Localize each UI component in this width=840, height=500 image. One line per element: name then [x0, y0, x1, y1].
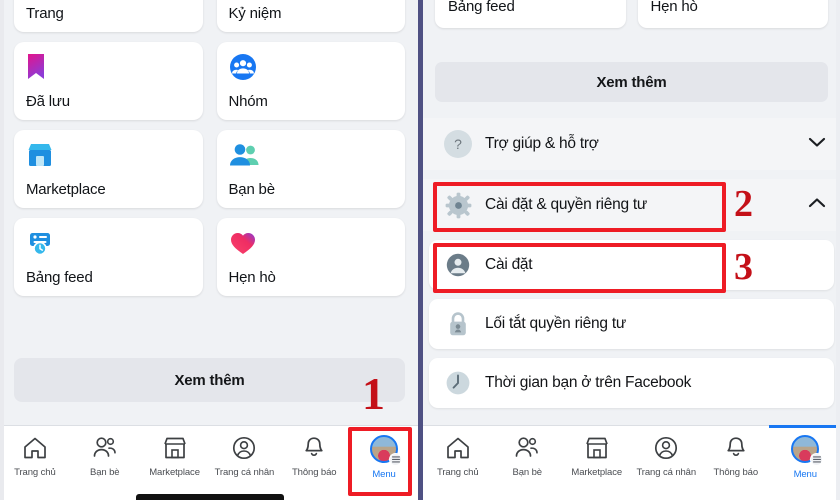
row-label: Thời gian bạn ở trên Facebook	[485, 374, 692, 391]
nav-item-ban-be[interactable]: Bạn bè	[70, 426, 140, 478]
tile-label: Hẹn hò	[650, 0, 698, 15]
panel-divider	[418, 0, 423, 500]
friends-icon	[229, 140, 394, 170]
tile-row: Marketplace Bạn bè	[14, 130, 405, 208]
friends-icon	[93, 437, 116, 457]
nav-label: Marketplace	[149, 467, 200, 478]
annotation-box-2	[433, 182, 726, 232]
screenshot-root: Trang Kỷ niệm Đã lưu Nhóm Marketplace Bạ…	[0, 0, 840, 500]
chevron-up-icon[interactable]	[808, 196, 826, 214]
tile-hen-ho[interactable]: Hẹn hò	[637, 0, 828, 28]
tile-row: Đã lưu Nhóm	[14, 42, 405, 120]
tile-row: Bảng feed Hẹn hò	[14, 218, 405, 296]
bottom-nav-right: Trang chủ Bạn bè Marketplace Trang cá nh…	[423, 425, 840, 500]
left-phone-screen: Trang Kỷ niệm Đã lưu Nhóm Marketplace Bạ…	[0, 0, 419, 500]
home-icon	[24, 437, 46, 459]
nav-label: Thông báo	[713, 467, 759, 478]
right-edge-strip	[836, 0, 840, 500]
nav-item-trang-chu[interactable]: Trang chủ	[0, 426, 70, 478]
avatar-menu-icon	[791, 435, 824, 466]
home-icon	[446, 437, 469, 459]
nav-label: Bạn bè	[89, 467, 120, 478]
groups-icon	[229, 52, 394, 82]
bell-icon	[727, 437, 745, 456]
row-thoi-gian-tren-facebook[interactable]: Thời gian bạn ở trên Facebook	[429, 358, 834, 408]
tile-label: Marketplace	[26, 181, 106, 198]
left-edge-strip	[0, 0, 4, 500]
profile-icon	[655, 436, 678, 460]
menu-tile-grid: Trang Kỷ niệm Đã lưu Nhóm Marketplace Bạ…	[0, 0, 419, 306]
tile-ban-be[interactable]: Bạn bè	[216, 130, 405, 208]
annotation-box-1	[348, 427, 412, 496]
nav-item-marketplace[interactable]: Marketplace	[140, 426, 210, 478]
bookmark-icon	[26, 52, 191, 82]
nav-item-thong-bao[interactable]: Thông báo	[279, 426, 349, 478]
tile-label: Nhóm	[228, 93, 268, 110]
question-mark-icon: ?	[443, 129, 473, 159]
nav-item-menu[interactable]: Menu	[769, 425, 840, 480]
tile-marketplace[interactable]: Marketplace	[14, 130, 203, 208]
nav-item-trang-ca-nhan[interactable]: Trang cá nhân	[209, 426, 279, 478]
nav-label: Trang cá nhân	[214, 467, 275, 478]
feed-icon	[26, 228, 191, 258]
tile-label: Bảng feed	[26, 269, 93, 286]
bell-icon	[305, 437, 323, 456]
nav-label: Trang chủ	[436, 467, 479, 478]
nav-item-trang-chu[interactable]: Trang chủ	[423, 426, 493, 478]
clock-icon	[443, 368, 473, 398]
tile-da-luu[interactable]: Đã lưu	[14, 42, 203, 120]
annotation-number-1: 1	[362, 368, 385, 419]
nav-label: Thông báo	[291, 467, 337, 478]
nav-label: Marketplace	[571, 467, 623, 478]
annotation-number-2: 2	[734, 183, 753, 225]
annotation-box-3	[433, 243, 726, 293]
nav-item-marketplace[interactable]: Marketplace	[562, 426, 632, 478]
tile-label: Kỷ niệm	[228, 5, 282, 22]
profile-icon	[233, 436, 256, 460]
row-label: Lối tắt quyền riêng tư	[485, 315, 627, 332]
storefront-icon	[585, 437, 608, 459]
lock-icon	[443, 309, 473, 339]
active-tab-indicator	[769, 425, 840, 428]
home-indicator	[135, 494, 284, 500]
storefront-icon	[26, 140, 191, 170]
friends-icon	[515, 437, 539, 457]
svg-text:?: ?	[454, 136, 462, 152]
row-tro-giup-ho-tro[interactable]: ? Trợ giúp & hỗ trợ	[423, 118, 840, 170]
nav-item-trang-ca-nhan[interactable]: Trang cá nhân	[632, 426, 702, 478]
top-tile-strip: Bảng feed Hẹn hò	[423, 0, 840, 38]
tile-label: Hẹn hò	[228, 269, 276, 286]
tile-row: Bảng feed Hẹn hò	[435, 0, 828, 28]
storefront-icon	[163, 437, 186, 459]
nav-item-ban-be[interactable]: Bạn bè	[493, 426, 563, 478]
tile-ky-niem[interactable]: Kỷ niệm	[216, 0, 405, 32]
annotation-number-3: 3	[734, 246, 753, 288]
chevron-down-icon[interactable]	[808, 135, 826, 153]
tile-hen-ho[interactable]: Hẹn hò	[216, 218, 405, 296]
row-label: Trợ giúp & hỗ trợ	[485, 135, 599, 152]
tile-label: Bảng feed	[448, 0, 515, 15]
heart-icon	[229, 228, 394, 258]
see-more-button[interactable]: Xem thêm	[435, 62, 828, 102]
see-more-button[interactable]: Xem thêm	[14, 358, 405, 402]
nav-label: Trang cá nhân	[636, 467, 697, 478]
nav-label: Trang chủ	[14, 467, 56, 478]
tile-bang-feed[interactable]: Bảng feed	[14, 218, 203, 296]
nav-label: Menu	[793, 469, 817, 480]
row-loi-tat-quyen-rieng-tu[interactable]: Lối tắt quyền riêng tư	[429, 299, 834, 349]
tile-bang-feed[interactable]: Bảng feed	[435, 0, 626, 28]
nav-item-thong-bao[interactable]: Thông báo	[701, 426, 771, 478]
hamburger-badge-icon	[810, 453, 824, 466]
tile-label: Trang	[26, 5, 64, 22]
tile-nhom[interactable]: Nhóm	[216, 42, 405, 120]
tile-trang[interactable]: Trang	[14, 0, 203, 32]
tile-label: Đã lưu	[26, 93, 70, 110]
tile-row: Trang Kỷ niệm	[14, 0, 405, 32]
nav-label: Bạn bè	[512, 467, 542, 478]
tile-label: Bạn bè	[228, 181, 276, 198]
